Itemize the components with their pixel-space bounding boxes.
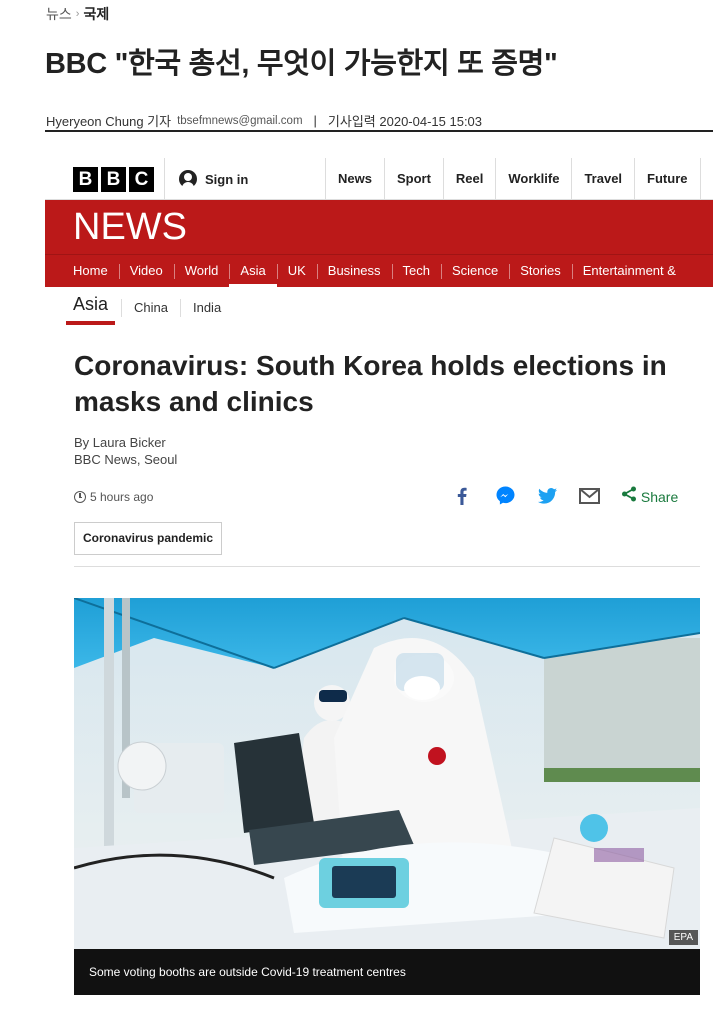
top-nav-travel[interactable]: Travel xyxy=(571,158,634,200)
nav-world[interactable]: World xyxy=(173,255,230,287)
facebook-icon[interactable] xyxy=(457,487,467,505)
header-rule xyxy=(45,130,713,132)
bbc-top-bar: B B C Sign in News Sport Reel Worklife T… xyxy=(45,158,713,200)
bbc-top-nav: News Sport Reel Worklife Travel Future M… xyxy=(325,158,713,200)
bbc-logo-letter: B xyxy=(101,167,126,192)
twitter-icon[interactable] xyxy=(538,487,557,504)
photo-credit: EPA xyxy=(668,930,698,945)
share-label: Share xyxy=(640,489,679,505)
share-icon xyxy=(622,486,636,502)
byline-role: BBC News, Seoul xyxy=(74,452,178,467)
asia-subnav: Asia China India xyxy=(66,294,233,325)
photo-caption: Some voting booths are outside Covid-19 … xyxy=(74,949,700,995)
share-button[interactable]: Share xyxy=(621,486,678,505)
messenger-icon[interactable] xyxy=(496,486,515,505)
article-title: BBC "한국 총선, 무엇이 가능한지 또 증명" xyxy=(45,48,558,80)
byline-divider: | xyxy=(313,113,317,128)
breadcrumb-news[interactable]: 뉴스 xyxy=(46,4,72,24)
nav-home[interactable]: Home xyxy=(62,255,119,287)
sign-in-link[interactable]: Sign in xyxy=(179,170,248,188)
nav-business[interactable]: Business xyxy=(316,255,392,287)
bbc-logo[interactable]: B B C xyxy=(73,167,154,192)
photo-illustration xyxy=(74,598,700,949)
top-nav-reel[interactable]: Reel xyxy=(442,158,495,200)
nav-entertainment[interactable]: Entertainment & xyxy=(571,255,687,287)
nav-uk[interactable]: UK xyxy=(276,255,317,287)
sign-in-label: Sign in xyxy=(205,171,249,187)
clock-icon xyxy=(74,491,86,503)
news-banner: NEWS xyxy=(45,200,713,254)
breadcrumb-international[interactable]: 국제 xyxy=(83,4,109,24)
article-photo: EPA xyxy=(74,598,700,949)
time-label: 5 hours ago xyxy=(90,490,154,504)
bbc-logo-letter: C xyxy=(129,167,154,192)
nav-tech[interactable]: Tech xyxy=(391,255,441,287)
bbc-logo-letter: B xyxy=(73,167,98,192)
article-date: 기사입력 2020-04-15 15:03 xyxy=(327,114,483,129)
top-bar-divider xyxy=(164,158,165,200)
bbc-byline: By Laura Bicker BBC News, Seoul xyxy=(74,434,177,468)
top-nav-sport[interactable]: Sport xyxy=(383,158,443,200)
byline-author: By Laura Bicker xyxy=(74,435,166,450)
share-tools: Share xyxy=(457,486,678,505)
reporter-name: Hyeryeon Chung 기자 xyxy=(46,114,172,129)
topic-tag[interactable]: Coronavirus pandemic xyxy=(74,522,223,555)
nav-science[interactable]: Science xyxy=(441,255,509,287)
breadcrumb-separator: › xyxy=(75,8,80,20)
user-icon xyxy=(179,170,197,188)
nav-stories[interactable]: Stories xyxy=(509,255,571,287)
top-nav-worklife[interactable]: Worklife xyxy=(495,158,571,200)
news-section-nav: Home Video World Asia UK Business Tech S… xyxy=(45,254,713,288)
email-icon[interactable] xyxy=(579,487,600,504)
top-nav-more[interactable]: Mo xyxy=(699,158,713,200)
top-nav-news[interactable]: News xyxy=(325,158,384,200)
subnav-china[interactable]: China xyxy=(121,298,180,317)
subnav-current-asia[interactable]: Asia xyxy=(66,294,116,325)
article-divider xyxy=(74,566,700,567)
nav-video[interactable]: Video xyxy=(118,255,174,287)
nav-asia[interactable]: Asia xyxy=(229,255,278,288)
bbc-screenshot: B B C Sign in News Sport Reel Worklife T… xyxy=(45,158,713,1010)
bbc-headline: Coronavirus: South Korea holds elections… xyxy=(74,350,667,417)
news-wordmark[interactable]: NEWS xyxy=(73,206,187,249)
reporter-email[interactable]: tbsefmnews@gmail.com xyxy=(177,115,302,127)
breadcrumb: 뉴스 › 국제 xyxy=(46,4,109,24)
timestamp: 5 hours ago xyxy=(74,490,153,504)
meta-row: 5 hours ago Share xyxy=(74,486,686,508)
subnav-india[interactable]: India xyxy=(179,298,233,317)
article-byline: Hyeryeon Chung 기자 tbsefmnews@gmail.com |… xyxy=(46,111,482,130)
top-nav-future[interactable]: Future xyxy=(634,158,699,200)
